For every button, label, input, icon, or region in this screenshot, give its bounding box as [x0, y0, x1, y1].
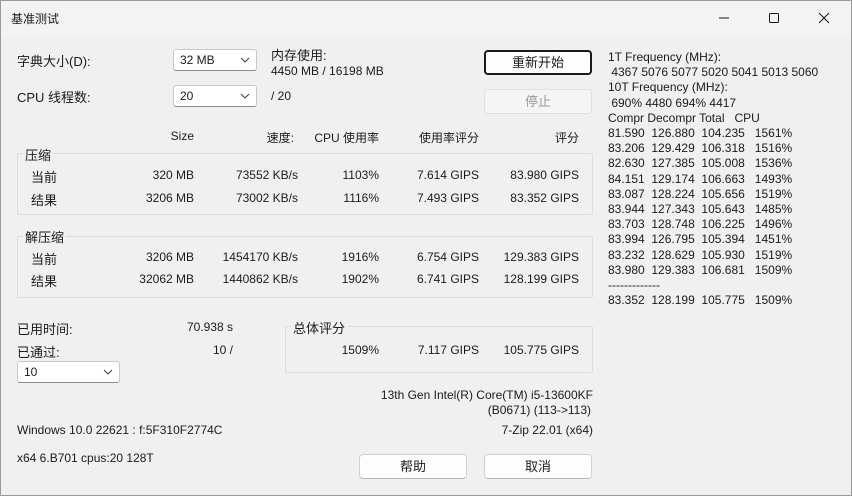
log-line: 83.087 128.224 105.656 1519%: [608, 186, 793, 201]
compress-current-size: 320 MB: [152, 168, 194, 182]
cpu-stepping: (B0671) (113->113): [487, 403, 591, 417]
version-info: 7-Zip 22.01 (x64): [501, 423, 593, 437]
log-line: 83.703 128.748 106.225 1496%: [608, 217, 793, 232]
memory-value: 4450 MB / 16198 MB: [271, 64, 384, 78]
log-line: 83.206 129.429 106.318 1516%: [608, 141, 793, 156]
header-cpu: CPU 使用率: [314, 131, 379, 145]
compress-result-cpu: 1116%: [343, 191, 379, 205]
passed-value: 10 /: [212, 343, 233, 357]
log-line: 690% 4480 694% 4417: [608, 95, 737, 110]
header-rating: 评分: [554, 131, 579, 145]
chevron-down-icon: [240, 57, 250, 63]
decompress-result-size: 32062 MB: [139, 272, 194, 286]
header-size: Size: [170, 129, 194, 143]
maximize-icon: [769, 13, 779, 23]
compress-group: [17, 153, 593, 215]
log-line: 83.352 128.199 105.775 1509%: [608, 293, 793, 308]
dict-size-select[interactable]: 32 MB: [173, 49, 257, 71]
decompress-result-speed: 1440862 KB/s: [222, 272, 298, 286]
passed-label: 已通过:: [17, 345, 60, 360]
passes-select[interactable]: 10: [17, 361, 120, 383]
log-line: 10T Frequency (MHz):: [608, 80, 728, 95]
compress-result-label: 结果: [31, 193, 58, 208]
restart-button[interactable]: 重新开始: [484, 50, 592, 75]
total-rating-title: 总体评分: [291, 318, 348, 337]
total-cpu: 1509%: [341, 343, 379, 357]
log-line: 84.151 129.174 106.663 1493%: [608, 171, 793, 186]
compress-current-speed: 73552 KB/s: [235, 168, 298, 182]
compress-current-usage: 7.614 GIPS: [416, 168, 479, 182]
compress-current-cpu: 1103%: [342, 168, 379, 182]
maximize-button[interactable]: [751, 1, 797, 35]
elapsed-label: 已用时间:: [17, 322, 73, 337]
os-info: Windows 10.0 22621 : f:5F310F2774C: [17, 423, 223, 437]
compress-result-usage: 7.493 GIPS: [416, 191, 479, 205]
dict-size-value: 32 MB: [180, 53, 215, 67]
decompress-result-usage: 6.741 GIPS: [416, 272, 479, 286]
benchmark-log: 1T Frequency (MHz): 4367 5076 5077 5020 …: [608, 50, 818, 308]
log-line: 1T Frequency (MHz):: [608, 50, 722, 64]
minimize-button[interactable]: [701, 1, 747, 35]
dict-size-label: 字典大小(D):: [17, 54, 91, 69]
cpu-model: 13th Gen Intel(R) Core(TM) i5-13600KF: [380, 388, 593, 402]
memory-label: 内存使用:: [271, 48, 327, 63]
log-line: -------------: [608, 278, 660, 293]
log-line: 83.980 129.383 106.681 1509%: [608, 262, 793, 277]
log-line: 83.994 126.795 105.394 1451%: [608, 232, 793, 247]
total-usage: 7.117 GIPS: [417, 343, 479, 357]
compress-current-rating: 83.980 GIPS: [510, 168, 579, 182]
close-icon: [818, 12, 830, 24]
compress-title: 压缩: [23, 145, 54, 164]
threads-total: / 20: [271, 89, 292, 103]
log-line: 82.630 127.385 105.008 1536%: [608, 156, 793, 171]
stop-button[interactable]: 停止: [484, 89, 592, 114]
help-button[interactable]: 帮助: [359, 454, 467, 479]
decompress-result-cpu: 1902%: [341, 272, 379, 286]
decompress-result-label: 结果: [31, 274, 58, 289]
compress-current-label: 当前: [31, 170, 58, 185]
log-line: 83.232 128.629 105.930 1519%: [608, 247, 793, 262]
arch-info: x64 6.B701 cpus:20 128T: [17, 451, 154, 465]
decompress-title: 解压缩: [23, 227, 67, 246]
header-speed: 速度:: [266, 131, 294, 145]
passes-value: 10: [24, 365, 38, 379]
decompress-current-usage: 6.754 GIPS: [416, 250, 479, 264]
total-rating: 105.775 GIPS: [503, 343, 579, 357]
decompress-current-cpu: 1916%: [341, 250, 379, 264]
minimize-icon: [719, 17, 729, 19]
chevron-down-icon: [240, 93, 250, 99]
chevron-down-icon: [103, 369, 113, 375]
cancel-button[interactable]: 取消: [484, 454, 592, 479]
decompress-result-rating: 128.199 GIPS: [503, 272, 579, 286]
threads-select[interactable]: 20: [173, 85, 257, 107]
compress-result-speed: 73002 KB/s: [235, 191, 298, 205]
decompress-group: [17, 236, 593, 298]
close-button[interactable]: [801, 1, 847, 35]
threads-label: CPU 线程数:: [17, 90, 91, 105]
log-line: 4367 5076 5077 5020 5041 5013 5060: [608, 65, 819, 80]
header-rating-usage: 使用率评分: [418, 131, 479, 145]
log-line: 83.944 127.343 105.643 1485%: [608, 202, 793, 217]
decompress-current-label: 当前: [31, 252, 58, 267]
threads-value: 20: [180, 89, 194, 103]
compress-result-size: 3206 MB: [145, 191, 194, 205]
log-line: Compr Decompr Total CPU: [608, 110, 760, 125]
compress-result-rating: 83.352 GIPS: [510, 191, 579, 205]
benchmark-window: 基准测试 字典大小(D): 32 MB 内存使用: 4450 MB / 1619…: [0, 0, 852, 496]
elapsed-value: 70.938 s: [186, 320, 233, 334]
title-bar: 基准测试: [1, 1, 851, 35]
window-title: 基准测试: [11, 12, 60, 26]
log-line: 81.590 126.880 104.235 1561%: [608, 126, 793, 141]
decompress-current-speed: 1454170 KB/s: [222, 250, 298, 264]
decompress-current-size: 3206 MB: [145, 250, 194, 264]
decompress-current-rating: 129.383 GIPS: [503, 250, 579, 264]
